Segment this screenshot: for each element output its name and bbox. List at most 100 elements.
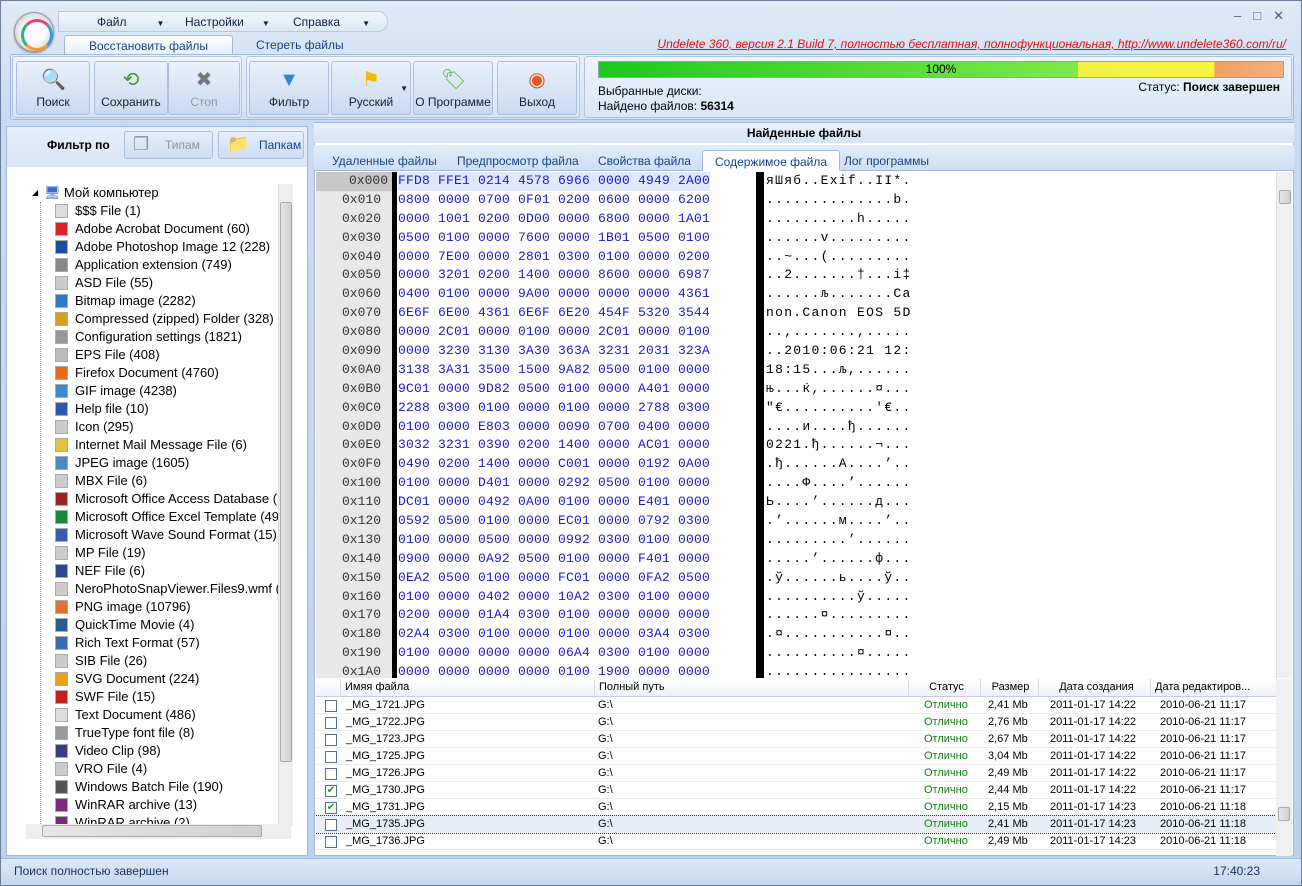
- stop-button[interactable]: ✖ Стоп: [168, 61, 240, 115]
- column-created[interactable]: Дата создания: [1038, 679, 1150, 697]
- hex-ascii[interactable]: .........’......: [766, 531, 912, 550]
- filter-by-types-button[interactable]: ❐ Типам: [124, 131, 213, 159]
- tree-item[interactable]: $$$ File (1): [53, 202, 278, 220]
- hex-ascii[interactable]: ..........h.....: [766, 210, 912, 229]
- tree-horizontal-scrollbar[interactable]: [26, 824, 291, 839]
- table-vertical-scrollbar[interactable]: [1276, 679, 1292, 856]
- hex-bytes[interactable]: 0800 0000 0700 0F01 0200 0600 0000 6200: [398, 191, 710, 210]
- hex-ascii[interactable]: 0221.ђ......¬...: [766, 436, 912, 455]
- tree-item[interactable]: Microsoft Wave Sound Format (15): [53, 526, 278, 544]
- column-size[interactable]: Размер: [980, 679, 1036, 697]
- hex-ascii[interactable]: ....и....ђ......: [766, 418, 912, 437]
- menu-help[interactable]: Справка ▼: [293, 15, 370, 29]
- tree-item[interactable]: Bitmap image (2282): [53, 292, 278, 310]
- hex-bytes[interactable]: 0000 7E00 0000 2801 0300 0100 0000 0200: [398, 248, 710, 267]
- close-button[interactable]: ✕: [1273, 8, 1296, 23]
- tree-item[interactable]: NEF File (6): [53, 562, 278, 580]
- tab-deleted-files[interactable]: Удаленные файлы: [320, 150, 449, 171]
- tab-file-properties[interactable]: Свойства файла: [586, 150, 703, 171]
- scroll-thumb[interactable]: [1279, 190, 1291, 204]
- row-checkbox[interactable]: [325, 836, 337, 848]
- tab-restore-files[interactable]: Восстановить файлы: [64, 35, 234, 54]
- table-row[interactable]: ✔ _MG_1730.JPG G:\ Отлично 2,44 Mb 2011-01-17…: [316, 782, 1276, 799]
- hex-bytes[interactable]: 0000 0000 0000 0000 0100 1900 0000 0000: [398, 663, 710, 678]
- tree-item[interactable]: SVG Document (224): [53, 670, 278, 688]
- exit-button[interactable]: ◉ Выход: [497, 61, 577, 115]
- tree-item[interactable]: WinRAR archive (2): [53, 814, 278, 824]
- hex-bytes[interactable]: 0592 0500 0100 0000 EC01 0000 0792 0300: [398, 512, 710, 531]
- tab-erase-files[interactable]: Стереть файлы: [232, 35, 368, 54]
- tree-item[interactable]: Help file (10): [53, 400, 278, 418]
- hex-ascii[interactable]: .’......м....’..: [766, 512, 912, 531]
- hex-bytes[interactable]: 0200 0000 01A4 0300 0100 0000 0000 0000: [398, 606, 710, 625]
- row-checkbox[interactable]: [325, 819, 337, 831]
- hex-vertical-scrollbar[interactable]: [1276, 172, 1292, 678]
- hex-bytes[interactable]: 0100 0000 D401 0000 0292 0500 0100 0000: [398, 474, 710, 493]
- column-status[interactable]: Статус: [908, 679, 980, 697]
- hex-bytes[interactable]: 0000 3230 3130 3A30 363A 3231 2031 323A: [398, 342, 710, 361]
- tree-item[interactable]: JPEG image (1605): [53, 454, 278, 472]
- menu-file[interactable]: Файл ▼: [97, 15, 164, 29]
- tree-item[interactable]: PNG image (10796): [53, 598, 278, 616]
- hex-bytes[interactable]: 0EA2 0500 0100 0000 FC01 0000 0FA2 0500: [398, 569, 710, 588]
- filter-by-folders-button[interactable]: 📁 Папкам: [218, 131, 304, 159]
- hex-bytes[interactable]: 6E6F 6E00 4361 6E6F 6E20 454F 5320 3544: [398, 304, 710, 323]
- hex-bytes[interactable]: 0100 0000 0500 0000 0992 0300 0100 0000: [398, 531, 710, 550]
- hex-bytes[interactable]: 2288 0300 0100 0000 0100 0000 2788 0300: [398, 399, 710, 418]
- table-row[interactable]: _MG_1723.JPG G:\ Отлично 2,67 Mb 2011-01-17 …: [316, 731, 1276, 748]
- hex-ascii[interactable]: ....Ф....’......: [766, 474, 912, 493]
- hex-bytes[interactable]: 3138 3A31 3500 1500 9A82 0500 0100 0000: [398, 361, 710, 380]
- tree-item[interactable]: MP File (19): [53, 544, 278, 562]
- hex-bytes[interactable]: 0000 3201 0200 1400 0000 8600 0000 6987: [398, 266, 710, 285]
- row-checkbox[interactable]: [325, 717, 337, 729]
- tree-item[interactable]: TrueType font file (8): [53, 724, 278, 742]
- tree-item[interactable]: Microsoft Office Access Database (1: [53, 490, 278, 508]
- hex-ascii[interactable]: ................: [766, 663, 912, 678]
- table-row[interactable]: _MG_1736.JPG G:\ Отлично 2,49 Mb 2011-01-17 …: [316, 833, 1276, 850]
- menu-settings[interactable]: Настройки ▼: [185, 15, 270, 29]
- hex-ascii[interactable]: ..........¤.....: [766, 644, 912, 663]
- tree-item[interactable]: WinRAR archive (13): [53, 796, 278, 814]
- tree-item[interactable]: Rich Text Format (57): [53, 634, 278, 652]
- about-button[interactable]: 🏷 О Программе: [413, 61, 493, 115]
- hex-ascii[interactable]: ..........ў.....: [766, 588, 912, 607]
- tree-item[interactable]: Microsoft Office Excel Template (49: [53, 508, 278, 526]
- scroll-thumb[interactable]: [42, 825, 262, 837]
- hex-ascii[interactable]: Ь....’......д...: [766, 493, 912, 512]
- hex-ascii[interactable]: ..2.......†...i‡: [766, 266, 912, 285]
- column-full-path[interactable]: Полный путь: [594, 679, 665, 697]
- tree-item[interactable]: GIF image (4238): [53, 382, 278, 400]
- hex-ascii[interactable]: .¤...........¤..: [766, 625, 912, 644]
- hex-ascii[interactable]: ..............b.: [766, 191, 912, 210]
- row-checkbox[interactable]: ✔: [325, 785, 337, 797]
- hex-bytes[interactable]: 0900 0000 0A92 0500 0100 0000 F401 0000: [398, 550, 710, 569]
- table-row[interactable]: ✔ _MG_1731.JPG G:\ Отлично 2,15 Mb 2011-01-17…: [316, 799, 1276, 816]
- table-row[interactable]: _MG_1726.JPG G:\ Отлично 2,49 Mb 2011-01-17 …: [316, 765, 1276, 782]
- tree-item[interactable]: ASD File (55): [53, 274, 278, 292]
- table-row[interactable]: _MG_1721.JPG G:\ Отлично 2,41 Mb 2011-01-17 …: [316, 697, 1276, 714]
- hex-ascii[interactable]: .ђ......А....’..: [766, 455, 912, 474]
- hex-ascii[interactable]: њ...ќ,......¤...: [766, 380, 912, 399]
- hex-ascii[interactable]: ..~...(.........: [766, 248, 912, 267]
- tree-item[interactable]: EPS File (408): [53, 346, 278, 364]
- hex-bytes[interactable]: FFD8 FFE1 0214 4578 6966 0000 4949 2A00: [398, 172, 711, 191]
- column-modified[interactable]: Дата редактиров...: [1150, 679, 1260, 697]
- table-row[interactable]: _MG_1735.JPG G:\ Отлично 2,41 Mb 2011-01-17 …: [316, 815, 1276, 834]
- hex-bytes[interactable]: 0100 0000 0402 0000 10A2 0300 0100 0000: [398, 588, 710, 607]
- tree-item[interactable]: Icon (295): [53, 418, 278, 436]
- tab-file-content[interactable]: Содержимое файла: [702, 150, 841, 171]
- hex-ascii[interactable]: ..,.......,.....: [766, 323, 912, 342]
- tree-item[interactable]: SWF File (15): [53, 688, 278, 706]
- tab-file-preview[interactable]: Предпросмотр файла: [445, 150, 591, 171]
- hex-ascii[interactable]: ......¤.........: [766, 606, 912, 625]
- table-row[interactable]: _MG_1725.JPG G:\ Отлично 3,04 Mb 2011-01-17 …: [316, 748, 1276, 765]
- tree-item[interactable]: Compressed (zipped) Folder (328): [53, 310, 278, 328]
- scroll-thumb[interactable]: [1278, 807, 1290, 821]
- tree-item[interactable]: Internet Mail Message File (6): [53, 436, 278, 454]
- tree-item[interactable]: VRO File (4): [53, 760, 278, 778]
- tree-item[interactable]: QuickTime Movie (4): [53, 616, 278, 634]
- hex-bytes[interactable]: 0100 0000 E803 0000 0090 0700 0400 0000: [398, 418, 710, 437]
- row-checkbox[interactable]: [325, 700, 337, 712]
- maximize-button[interactable]: □: [1253, 8, 1273, 23]
- column-file-name[interactable]: Имяя файла: [340, 679, 409, 697]
